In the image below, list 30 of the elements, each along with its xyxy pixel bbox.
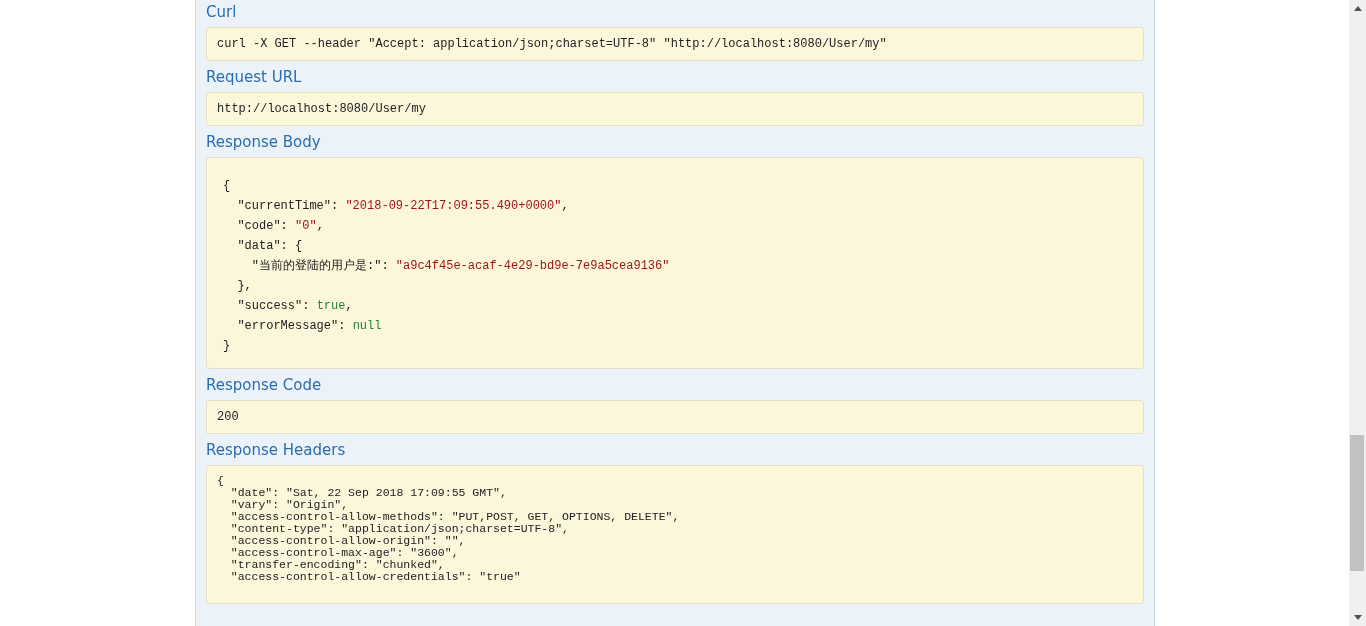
code-line: { <box>223 178 231 195</box>
code-line: "vary": "Origin", <box>229 499 349 511</box>
code-line: http://localhost:8080/User/my <box>217 102 426 116</box>
section-heading: Request URL <box>206 68 302 87</box>
code-line: curl -X GET --header "Accept: application/json;charset=UTF-8" "http://localhost:8080/User/my" <box>217 37 887 51</box>
code-line: "date": "Sat, 22 Sep 2018 17:09:55 GMT", <box>229 487 507 499</box>
code-line: "content-type": "application/json;charset=UTF-8", <box>229 523 569 535</box>
section-heading: Response Body <box>206 133 321 152</box>
code-line: "code": "0", <box>236 218 324 235</box>
code-line: { <box>217 475 224 487</box>
code-line: "data": { <box>236 238 303 255</box>
code-line: "access-control-allow-origin": "", <box>229 535 466 547</box>
code-line: "access-control-allow-credentials": "true" <box>229 571 521 583</box>
code-line: "errorMessage": null <box>236 318 382 335</box>
section-heading: Response Headers <box>206 441 346 460</box>
scroll-up-icon[interactable] <box>1353 6 1362 11</box>
scroll-down-icon[interactable] <box>1353 615 1362 620</box>
scroll-thumb[interactable] <box>1350 435 1364 571</box>
code-line: "当前的登陆的用户是:": "a9c4f45e-acaf-4e29-bd9e-7e9a5cea9136" <box>250 258 670 275</box>
code-line: "access-control-max-age": "3600", <box>229 547 459 559</box>
section-heading: Curl <box>206 3 237 22</box>
code-line: 200 <box>217 410 239 424</box>
scrollbar[interactable] <box>1349 0 1366 626</box>
code-line: } <box>223 338 231 355</box>
code-line: "transfer-encoding": "chunked", <box>229 559 445 571</box>
section-heading: Response Code <box>206 376 322 395</box>
code-line: }, <box>236 278 252 295</box>
code-line: "currentTime": "2018-09-22T17:09:55.490+0000", <box>236 198 569 215</box>
code-line: "access-control-allow-methods": "PUT,POST, GET, OPTIONS, DELETE", <box>229 511 680 523</box>
code-line: "success": true, <box>236 298 353 315</box>
